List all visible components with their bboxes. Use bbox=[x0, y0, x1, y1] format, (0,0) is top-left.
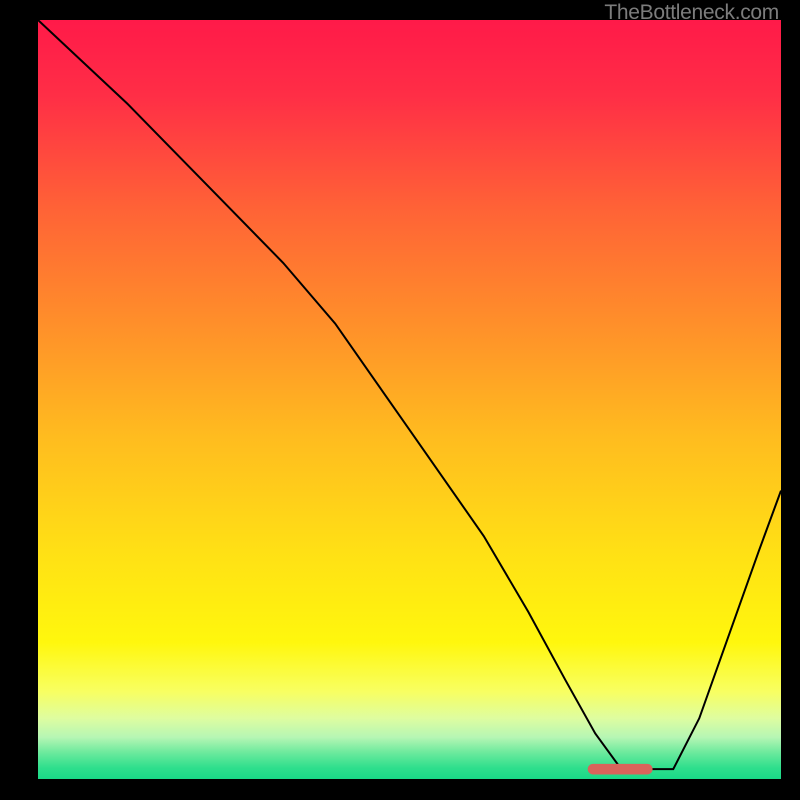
bottleneck-chart bbox=[38, 20, 781, 779]
gradient-background bbox=[38, 20, 781, 779]
chart-frame bbox=[38, 20, 781, 779]
watermark-text: TheBottleneck.com bbox=[604, 1, 779, 25]
